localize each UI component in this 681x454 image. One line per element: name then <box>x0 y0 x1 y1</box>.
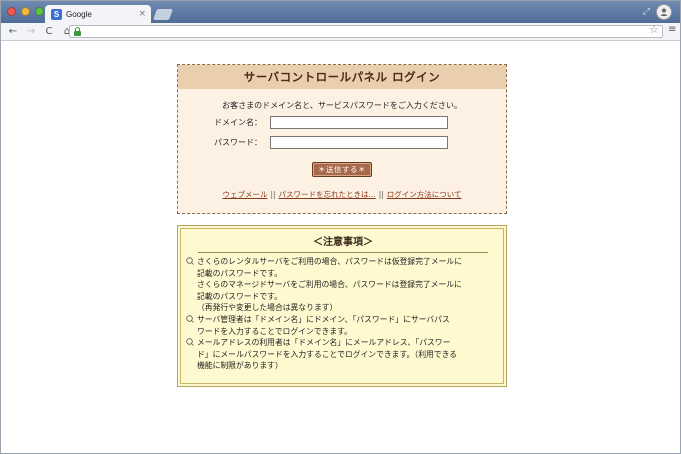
notice-line: 記載のパスワードです。 <box>197 268 282 278</box>
notice-line: ド」にメールパスワードを入力することでログインできます。（利用できる <box>197 349 458 359</box>
titlebar-right: ⤢ <box>643 4 672 20</box>
sakura-favicon-icon: S <box>51 8 62 20</box>
bookmark-star-icon[interactable]: ☆ <box>649 23 659 36</box>
close-window-button[interactable] <box>7 7 16 16</box>
notice-line: ワードを入力することでログインできます。 <box>197 326 352 336</box>
domain-label: ドメイン名： <box>214 117 262 127</box>
browser-window: S Google × ⤢ ← → C ⌂ ☆ ≡ サーバコントロールパネル ログ… <box>0 0 681 454</box>
domain-input[interactable] <box>270 115 448 129</box>
link-separator: || <box>378 190 384 199</box>
login-instructions: お客さまのドメイン名と、サービスパスワードをご入力ください。 <box>222 101 462 110</box>
forward-icon[interactable]: → <box>25 26 37 38</box>
login-help-link[interactable]: ログイン方法について <box>387 190 462 199</box>
new-tab-button[interactable] <box>152 9 174 20</box>
zoom-window-button[interactable] <box>35 7 44 16</box>
password-label: パスワード： <box>214 137 262 147</box>
password-input[interactable] <box>270 135 448 149</box>
tab-close-icon[interactable]: × <box>138 9 146 19</box>
notice-list: さくらのレンタルサーバをご利用の場合、パスワードは仮登録完了メールに 記載のパス… <box>186 256 502 372</box>
tab-title: Google <box>66 9 92 19</box>
minimize-window-button[interactable] <box>21 7 30 16</box>
page-content: サーバコントロールパネル ログイン お客さまのドメイン名と、サービスパスワードを… <box>1 42 680 453</box>
note-icon <box>186 315 194 328</box>
notice-item: メールアドレスの利用者は「ドメイン名」にメールアドレス、「パスワー ド」にメール… <box>186 337 502 372</box>
notice-item: さくらのレンタルサーバをご利用の場合、パスワードは仮登録完了メールに 記載のパス… <box>186 256 502 314</box>
login-links: ウェブメール || パスワードを忘れたときは... || ログイン方法について <box>178 189 506 200</box>
notice-item: サーバ管理者は「ドメイン名」にドメイン、「パスワード」にサーバパス ワードを入力… <box>186 314 502 337</box>
tab-strip: S Google × ⤢ <box>1 1 680 23</box>
address-bar[interactable] <box>69 25 663 38</box>
note-icon <box>186 338 194 351</box>
notice-title: ＜注意事項＞ <box>198 233 488 253</box>
profile-avatar-icon[interactable] <box>656 4 672 20</box>
note-icon <box>186 257 194 270</box>
menu-icon[interactable]: ≡ <box>668 24 676 35</box>
notice-line: サーバ管理者は「ドメイン名」にドメイン、「パスワード」にサーバパス <box>197 314 450 324</box>
notice-line: さくらのマネージドサーバをご利用の場合、パスワードは登録完了メールに <box>197 280 462 290</box>
window-controls <box>7 7 44 16</box>
browser-toolbar: ← → C ⌂ ☆ ≡ <box>1 23 680 41</box>
notice-line: 機能に制限があります） <box>197 361 283 371</box>
login-title: サーバコントロールパネル ログイン <box>178 65 506 89</box>
back-icon[interactable]: ← <box>7 26 19 38</box>
login-panel: サーバコントロールパネル ログイン お客さまのドメイン名と、サービスパスワードを… <box>177 64 507 214</box>
webmail-link[interactable]: ウェブメール <box>222 190 267 199</box>
submit-button[interactable]: ＊送信する＊ <box>312 162 372 177</box>
lock-icon <box>74 27 81 36</box>
link-separator: || <box>270 190 276 199</box>
fullscreen-icon[interactable]: ⤢ <box>643 7 650 17</box>
forgot-password-link[interactable]: パスワードを忘れたときは... <box>279 190 376 199</box>
notice-line: 記載のパスワードです。 <box>197 291 282 301</box>
notice-line: （再発行や変更した場合は異なります） <box>197 303 338 313</box>
notice-panel: ＜注意事項＞ さくらのレンタルサーバをご利用の場合、パスワードは仮登録完了メール… <box>177 225 507 387</box>
tab-google[interactable]: S Google × <box>45 5 151 23</box>
notice-line: メールアドレスの利用者は「ドメイン名」にメールアドレス、「パスワー <box>197 338 451 348</box>
reload-icon[interactable]: C <box>43 26 55 38</box>
notice-line: さくらのレンタルサーバをご利用の場合、パスワードは仮登録完了メールに <box>197 257 463 266</box>
